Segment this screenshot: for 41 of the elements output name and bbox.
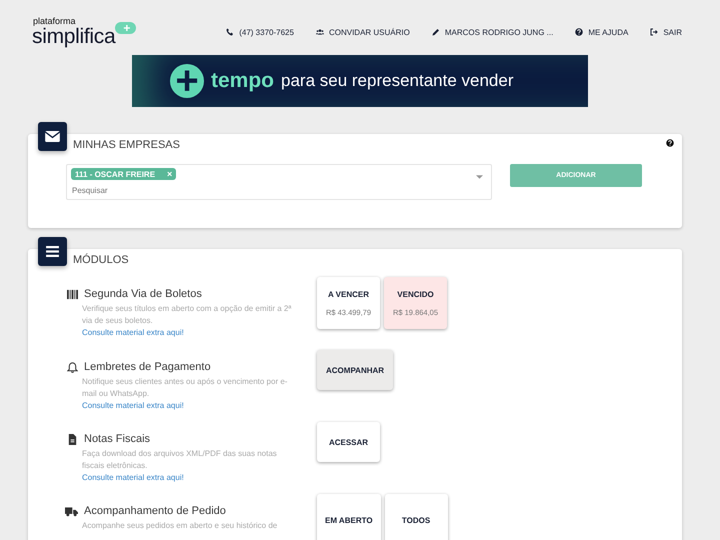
module-button[interactable]: ACESSAR: [317, 422, 380, 462]
module-title: Notas Fiscais: [84, 433, 150, 445]
bell-icon: [67, 362, 78, 372]
logo-caption: plataforma: [33, 17, 77, 26]
phone-icon: [226, 28, 234, 36]
nav-link[interactable]: MARCOS RODRIGO JUNG ...: [432, 28, 554, 36]
module-description: Acompanhe seus pedidos em aberto e seu histórico de: [82, 520, 278, 532]
logo-wordmark: simplifica: [32, 26, 116, 47]
truck-icon: [65, 506, 78, 516]
banner-text: para seu representante vender: [281, 71, 514, 91]
extra-material-link[interactable]: Consulte material extra aqui!: [82, 327, 317, 339]
pencil-icon: [432, 28, 440, 36]
help-icon[interactable]: [666, 139, 674, 147]
module-button[interactable]: EM ABERTO: [317, 494, 381, 540]
users-icon: [316, 28, 324, 36]
module-title: Lembretes de Pagamento: [84, 361, 211, 373]
sign-out-icon: [650, 28, 658, 36]
module-title: Segunda Via de Boletos: [84, 288, 202, 300]
logo-plus-badge: +: [115, 22, 136, 34]
nav-link[interactable]: (47) 3370-7625: [226, 28, 294, 36]
section-title: MÓDULOS: [73, 254, 129, 266]
barcode-icon: [67, 288, 78, 300]
module-description: Faça download dos arquivos XML/PDF das suas notas fiscais eletrônicas.: [82, 448, 278, 472]
caret-icon: [476, 175, 483, 179]
section-title: MINHAS EMPRESAS: [73, 139, 180, 151]
promo-banner[interactable]: + tempo para seu representante vender: [132, 55, 588, 107]
nav-link[interactable]: CONVIDAR USUÁRIO: [316, 28, 410, 36]
help-icon: [575, 28, 584, 36]
module-button[interactable]: TODOS: [384, 494, 448, 540]
module-button[interactable]: ACOMPANHAR: [317, 350, 394, 390]
document-icon: [67, 434, 78, 444]
nav-link[interactable]: ME AJUDA: [575, 28, 628, 36]
extra-material-link[interactable]: Consulte material extra aqui!: [82, 472, 317, 484]
module-description: Verifique seus títulos em aberto com a opção de emitir a 2ª via de seus boletos.: [82, 303, 292, 327]
nav-link[interactable]: SAIR: [650, 28, 682, 36]
banner-highlight: tempo: [211, 69, 274, 93]
tag-label: 111 - OSCAR FREIRE: [75, 170, 156, 178]
plus-badge: +: [170, 64, 204, 98]
module-title: Acompanhamento de Pedido: [84, 505, 226, 517]
module-description: Notifique seus clientes antes ou após o vencimento por e-mail ou WhatsApp.: [82, 376, 288, 400]
extra-material-link[interactable]: Consulte material extra aqui!: [82, 400, 317, 412]
